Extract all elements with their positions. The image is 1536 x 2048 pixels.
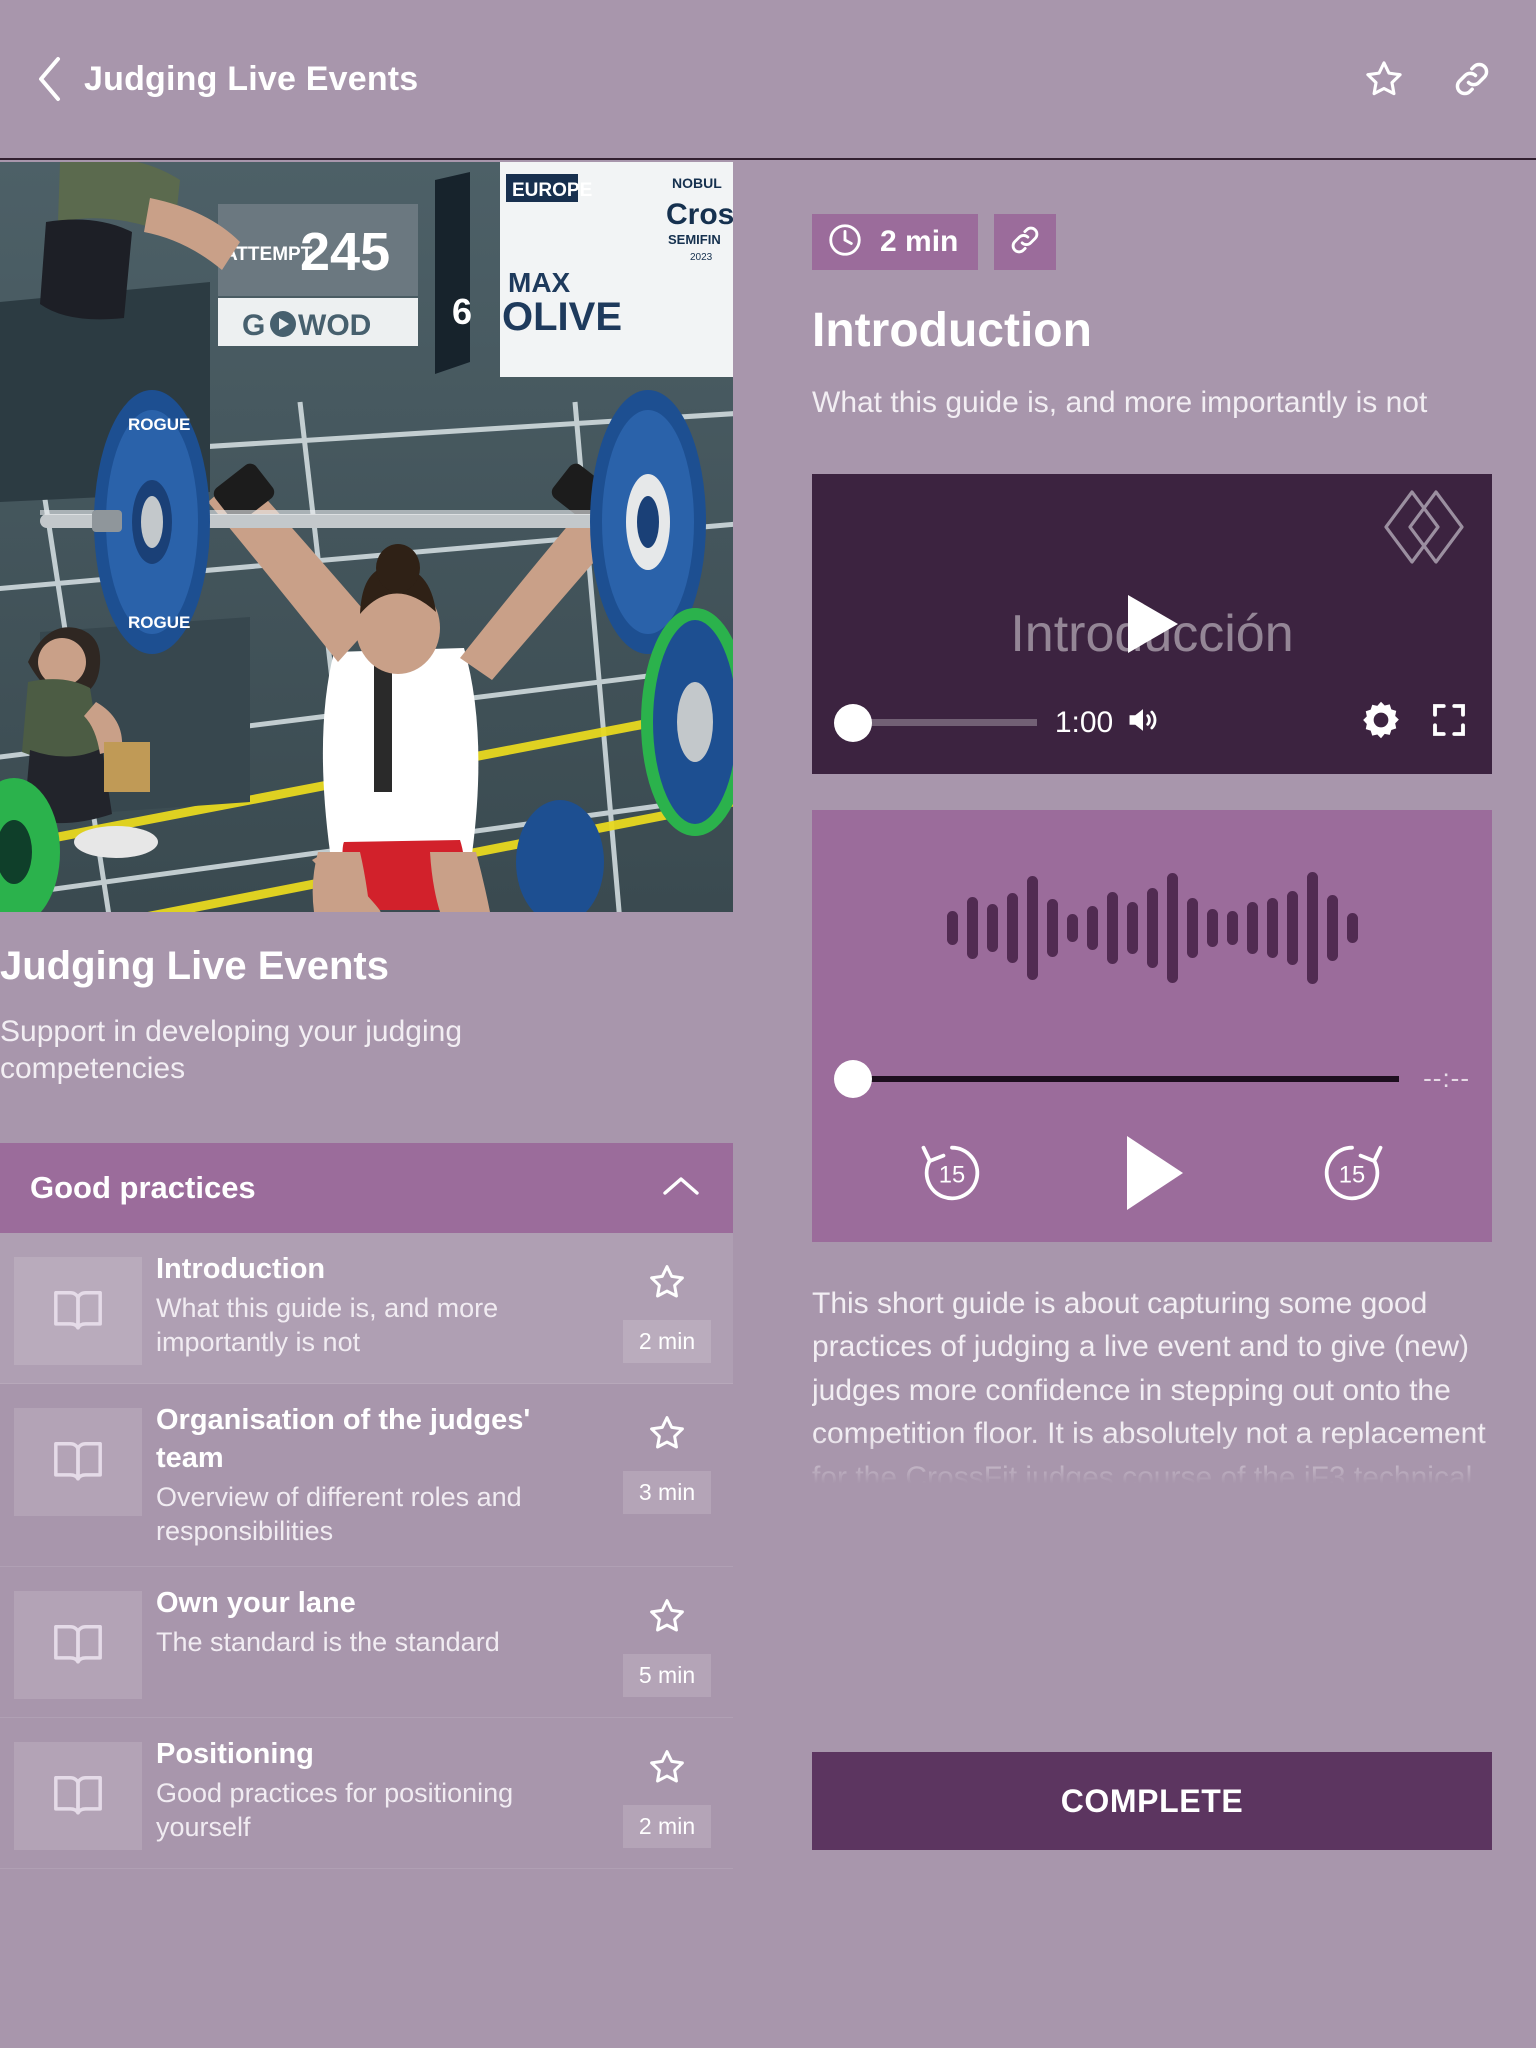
top-bar-actions <box>1362 57 1494 101</box>
lesson-subtitle: What this guide is, and more importantly… <box>812 386 1428 420</box>
play-icon[interactable] <box>1120 589 1184 664</box>
chevron-up-icon[interactable] <box>659 1172 703 1205</box>
svg-text:Cross: Cross <box>666 198 733 231</box>
share-link-button[interactable] <box>994 214 1057 270</box>
star-outline-icon[interactable] <box>646 1746 688 1793</box>
lesson-text: Introduction What this guide is, and mor… <box>156 1251 601 1359</box>
svg-text:ROGUE: ROGUE <box>128 415 190 434</box>
lesson-heading: Introduction <box>812 304 1092 357</box>
play-icon[interactable] <box>1113 1130 1191 1221</box>
lesson-description: Good practices for positioning yourself <box>156 1777 514 1843</box>
lesson-description: What this guide is, and more importantly… <box>156 1292 499 1358</box>
video-seek-handle[interactable] <box>834 703 872 742</box>
svg-text:NOBUL: NOBUL <box>672 175 722 191</box>
svg-text:MAX: MAX <box>508 267 571 298</box>
link-icon <box>1007 222 1043 263</box>
audio-seek-track[interactable] <box>868 1075 1400 1082</box>
list-item[interactable]: Organisation of the judges' team Overvie… <box>0 1384 733 1568</box>
course-hero-image: EUROPE NOBUL Cross SEMIFIN 2023 MAX OLIV… <box>0 162 733 912</box>
chevron-left-icon <box>36 55 64 103</box>
course-subtitle: Support in developing your judging compe… <box>0 1015 462 1085</box>
gear-icon[interactable] <box>1360 699 1402 746</box>
volume-up-icon[interactable] <box>1123 701 1163 744</box>
lesson-description: Overview of different roles and responsi… <box>156 1481 522 1546</box>
video-seek-track[interactable] <box>866 719 1037 727</box>
hero-photo-illustration: EUROPE NOBUL Cross SEMIFIN 2023 MAX OLIV… <box>0 162 733 912</box>
audio-progress[interactable]: --:-- <box>834 1059 1470 1098</box>
list-item[interactable]: Own your lane The standard is the standa… <box>0 1567 733 1719</box>
section-header-good-practices[interactable]: Good practices <box>0 1143 733 1234</box>
book-icon <box>14 1408 142 1517</box>
svg-text:ROGUE: ROGUE <box>128 613 190 632</box>
lesson-title: Own your lane <box>156 1587 356 1620</box>
svg-text:2023: 2023 <box>690 252 713 263</box>
duration-text: 2 min <box>880 225 959 258</box>
lesson-meta: 3 min <box>601 1402 733 1515</box>
list-item[interactable]: Introduction What this guide is, and mor… <box>0 1233 733 1385</box>
lesson-list: Introduction What this guide is, and mor… <box>0 1233 733 1870</box>
video-time: 1:00 <box>1054 705 1114 739</box>
section-label: Good practices <box>30 1170 256 1206</box>
lesson-title: Positioning <box>156 1738 314 1771</box>
video-player[interactable]: Introducción 1:00 <box>812 473 1492 774</box>
star-outline-icon[interactable] <box>646 1261 688 1308</box>
book-icon <box>14 1257 142 1366</box>
course-title: Judging Live Events <box>0 944 389 988</box>
svg-text:15: 15 <box>1339 1161 1365 1188</box>
svg-text:G: G <box>242 309 265 342</box>
duration-badge: 2 min <box>622 1320 712 1364</box>
lesson-meta-row: 2 min <box>812 214 1492 270</box>
forward-15-icon[interactable]: 15 <box>1314 1135 1390 1216</box>
diamond-logo-icon <box>1378 488 1470 571</box>
lesson-body-wrapper: This short guide is about capturing some… <box>812 1282 1492 1497</box>
lesson-meta: 2 min <box>601 1251 733 1364</box>
lesson-meta: 2 min <box>601 1736 733 1849</box>
clock-icon <box>826 221 864 264</box>
audio-time: --:-- <box>1423 1063 1470 1094</box>
svg-text:245: 245 <box>300 222 390 282</box>
star-outline-icon[interactable] <box>646 1595 688 1642</box>
svg-text:6: 6 <box>452 291 472 332</box>
course-sidebar: EUROPE NOBUL Cross SEMIFIN 2023 MAX OLIV… <box>0 162 733 2048</box>
book-icon <box>14 1591 142 1700</box>
svg-text:OLIVE: OLIVE <box>502 295 622 339</box>
fullscreen-icon[interactable] <box>1428 699 1470 746</box>
book-icon <box>14 1742 142 1851</box>
link-icon[interactable] <box>1450 57 1494 101</box>
duration-badge: 2 min <box>622 1805 712 1849</box>
top-app-bar: Judging Live Events <box>0 0 1536 160</box>
lesson-title: Organisation of the judges' team <box>156 1404 531 1474</box>
svg-text:15: 15 <box>938 1161 964 1188</box>
text-fade-overlay <box>812 1434 1492 1497</box>
svg-text:EUROPE: EUROPE <box>512 180 592 201</box>
duration-badge: 5 min <box>622 1654 712 1698</box>
lesson-description: The standard is the standard <box>156 1626 500 1657</box>
replay-15-icon[interactable]: 15 <box>914 1135 990 1216</box>
video-controls: 1:00 <box>812 696 1492 750</box>
svg-text:SEMIFIN: SEMIFIN <box>668 232 721 247</box>
back-button[interactable] <box>30 54 70 104</box>
lesson-text: Own your lane The standard is the standa… <box>156 1585 601 1659</box>
audio-waveform-icon <box>812 858 1492 998</box>
star-outline-icon[interactable] <box>1362 57 1406 101</box>
lesson-text: Organisation of the judges' team Overvie… <box>156 1402 601 1548</box>
star-outline-icon[interactable] <box>646 1412 688 1459</box>
page-title: Judging Live Events <box>84 59 419 98</box>
audio-seek-handle[interactable] <box>834 1059 872 1098</box>
audio-controls: 15 15 <box>812 1130 1492 1221</box>
svg-text:WOD: WOD <box>298 309 371 342</box>
duration-chip: 2 min <box>812 214 979 270</box>
lesson-meta: 5 min <box>601 1585 733 1698</box>
audio-player[interactable]: --:-- 15 15 <box>812 809 1492 1242</box>
complete-button[interactable]: COMPLETE <box>812 1752 1492 1850</box>
lesson-title: Introduction <box>156 1253 326 1286</box>
lesson-text: Positioning Good practices for positioni… <box>156 1736 601 1844</box>
duration-badge: 3 min <box>622 1471 712 1515</box>
list-item[interactable]: Positioning Good practices for positioni… <box>0 1718 733 1870</box>
